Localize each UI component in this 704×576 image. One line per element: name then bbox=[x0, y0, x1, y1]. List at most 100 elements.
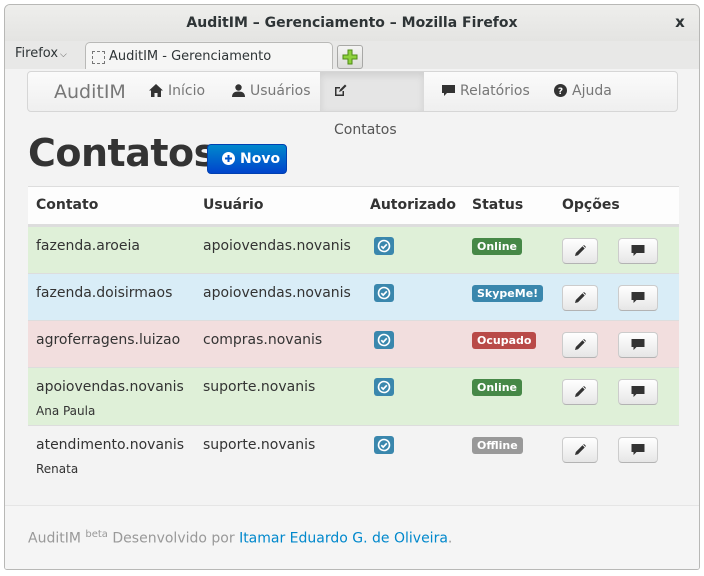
table-row: fazenda.aroeia apoiovendas.novanis Online bbox=[28, 226, 679, 273]
chat-button[interactable] bbox=[618, 332, 658, 358]
table-row: fazenda.doisirmaos apoiovendas.novanis Sky… bbox=[28, 273, 679, 320]
status-badge: Offline bbox=[472, 437, 523, 454]
comment-icon bbox=[631, 339, 645, 350]
footer-brand: AuditIM bbox=[28, 530, 81, 547]
home-icon bbox=[149, 84, 163, 97]
authorized-indicator[interactable] bbox=[374, 436, 394, 454]
table-header: Contato Usuário Autorizado Status Opções bbox=[28, 186, 679, 226]
comment-icon bbox=[631, 292, 645, 303]
comment-icon bbox=[631, 386, 645, 397]
footer-text: AuditIM beta Desenvolvido por Itamar Edu… bbox=[28, 529, 452, 547]
edit-button[interactable] bbox=[562, 379, 598, 405]
authorized-indicator[interactable] bbox=[374, 284, 394, 302]
check-circle-icon bbox=[377, 286, 391, 300]
question-icon: ? bbox=[554, 84, 567, 97]
nav-item-label: Relatórios bbox=[460, 83, 530, 99]
new-contact-button[interactable]: Novo bbox=[207, 144, 287, 174]
contact-name: fazenda.doisirmaos bbox=[36, 285, 173, 301]
pencil-icon bbox=[575, 339, 586, 350]
check-circle-icon bbox=[377, 438, 391, 452]
author-link[interactable]: Itamar Eduardo G. de Oliveira bbox=[239, 531, 448, 547]
status-badge: Online bbox=[472, 238, 523, 255]
table-row: agroferragens.luizao compras.novanis Ocupa… bbox=[28, 320, 679, 367]
nav-item-label: Ajuda bbox=[572, 83, 612, 99]
navbar: AuditIM Início Usuários Contatos Relatór… bbox=[27, 71, 678, 138]
status-badge: Ocupado bbox=[472, 332, 537, 349]
table-row: atendimento.novanis Renata suporte.novanis… bbox=[28, 425, 679, 483]
window-title: AuditIM – Gerenciamento – Mozilla Firefo… bbox=[186, 15, 518, 31]
navbar-brand[interactable]: AuditIM bbox=[54, 81, 126, 103]
nav-item-contatos[interactable]: Contatos bbox=[320, 72, 424, 138]
pencil-icon bbox=[575, 386, 586, 397]
chat-button[interactable] bbox=[618, 437, 658, 463]
tab-title: AuditIM - Gerenciamento bbox=[109, 49, 272, 64]
nav-item-label: Usuários bbox=[250, 83, 311, 99]
contact-subname: Renata bbox=[36, 462, 79, 476]
new-button-label: Novo bbox=[240, 151, 281, 167]
plus-icon bbox=[342, 49, 358, 65]
column-header-status: Status bbox=[472, 197, 524, 213]
nav-item-relatorios[interactable]: Relatórios bbox=[428, 72, 544, 111]
contact-name: fazenda.aroeia bbox=[36, 238, 140, 254]
chat-button[interactable] bbox=[618, 379, 658, 405]
contact-name: agroferragens.luizao bbox=[36, 332, 181, 348]
status-badge: SkypeMe! bbox=[472, 285, 544, 302]
contact-subname: Ana Paula bbox=[36, 404, 96, 418]
contact-name: atendimento.novanis bbox=[36, 437, 185, 453]
plus-circle-icon bbox=[222, 152, 235, 165]
contact-user: apoiovendas.novanis bbox=[203, 238, 351, 254]
contact-user: compras.novanis bbox=[203, 332, 323, 348]
edit-button[interactable] bbox=[562, 437, 598, 463]
check-circle-icon bbox=[377, 333, 391, 347]
nav-item-ajuda[interactable]: ? Ajuda bbox=[540, 72, 626, 111]
browser-tab[interactable]: AuditIM - Gerenciamento bbox=[85, 42, 333, 71]
user-icon bbox=[232, 84, 245, 97]
authorized-indicator[interactable] bbox=[374, 378, 394, 396]
page-content: AuditIM Início Usuários Contatos Relatór… bbox=[5, 69, 699, 569]
footer-credit: Desenvolvido por bbox=[112, 530, 235, 547]
footer-period: . bbox=[447, 530, 453, 547]
contact-user: apoiovendas.novanis bbox=[203, 285, 351, 301]
chat-button[interactable] bbox=[618, 238, 658, 264]
column-header-opcoes: Opções bbox=[562, 197, 620, 213]
edit-icon bbox=[335, 84, 347, 96]
nav-item-label: Contatos bbox=[334, 122, 397, 138]
comment-icon bbox=[442, 85, 455, 96]
authorized-indicator[interactable] bbox=[374, 237, 394, 255]
contact-user: suporte.novanis bbox=[203, 437, 316, 453]
footer: AuditIM beta Desenvolvido por Itamar Edu… bbox=[5, 505, 699, 569]
nav-item-inicio[interactable]: Início bbox=[135, 72, 219, 111]
check-circle-icon bbox=[377, 380, 391, 394]
edit-button[interactable] bbox=[562, 332, 598, 358]
new-tab-button[interactable] bbox=[337, 45, 363, 69]
firefox-menu-label: Firefox bbox=[15, 46, 59, 61]
pencil-icon bbox=[575, 245, 586, 256]
edit-button[interactable] bbox=[562, 238, 598, 264]
column-header-contato: Contato bbox=[36, 197, 99, 213]
pencil-icon bbox=[575, 292, 586, 303]
column-header-usuario: Usuário bbox=[203, 197, 264, 213]
page-title: Contatos bbox=[28, 131, 216, 175]
browser-window: AuditIM – Gerenciamento – Mozilla Firefo… bbox=[4, 4, 700, 570]
footer-beta: beta bbox=[85, 529, 108, 540]
chevron-down-icon: ⌵ bbox=[60, 50, 67, 60]
pencil-icon bbox=[575, 444, 586, 455]
nav-item-usuarios[interactable]: Usuários bbox=[218, 72, 325, 111]
svg-text:?: ? bbox=[558, 87, 563, 97]
status-badge: Online bbox=[472, 379, 523, 396]
favicon-icon bbox=[92, 51, 105, 64]
title-bar: AuditIM – Gerenciamento – Mozilla Firefo… bbox=[5, 5, 699, 41]
table-body: fazenda.aroeia apoiovendas.novanis Online f… bbox=[28, 226, 679, 483]
authorized-indicator[interactable] bbox=[374, 331, 394, 349]
table-row: apoiovendas.novanis Ana Paula suporte.nova… bbox=[28, 367, 679, 425]
edit-button[interactable] bbox=[562, 285, 598, 311]
check-circle-icon bbox=[377, 239, 391, 253]
nav-item-label: Início bbox=[168, 83, 206, 99]
comment-icon bbox=[631, 444, 645, 455]
column-header-autorizado: Autorizado bbox=[370, 197, 457, 213]
contact-user: suporte.novanis bbox=[203, 379, 316, 395]
firefox-menu-button[interactable]: Firefox ⌵ bbox=[15, 46, 67, 61]
close-window-button[interactable]: x bbox=[669, 11, 691, 33]
chat-button[interactable] bbox=[618, 285, 658, 311]
comment-icon bbox=[631, 245, 645, 256]
